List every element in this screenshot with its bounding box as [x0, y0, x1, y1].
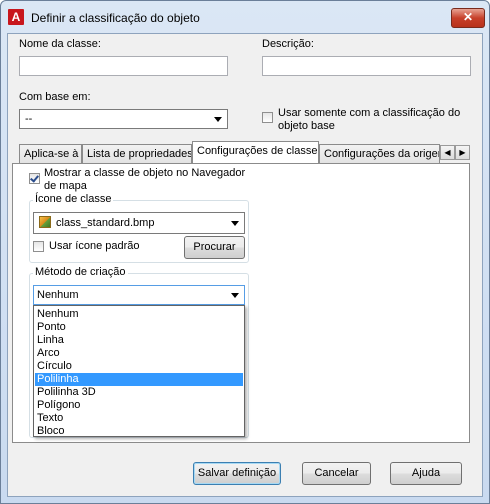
chevron-down-icon — [231, 221, 239, 226]
option-nenhum[interactable]: Nenhum — [35, 308, 243, 321]
browse-button[interactable]: Procurar — [184, 236, 245, 259]
use-only-checkbox[interactable] — [262, 112, 273, 123]
option-linha[interactable]: Linha — [35, 334, 243, 347]
option-texto[interactable]: Texto — [35, 412, 243, 425]
use-default-icon-label: Usar ícone padrão — [49, 240, 140, 252]
show-in-navigator-label: Mostrar a classe de objeto no Navegador … — [44, 167, 246, 192]
tab-source-settings[interactable]: Configurações da origem — [319, 144, 440, 163]
creation-method-dropdown-list: Nenhum Ponto Linha Arco Círculo Polilinh… — [33, 305, 245, 437]
option-arco[interactable]: Arco — [35, 347, 243, 360]
option-bloco[interactable]: Bloco — [35, 425, 243, 438]
chevron-down-icon — [214, 117, 222, 122]
option-polilinha[interactable]: Polilinha — [35, 373, 243, 386]
tab-class-settings[interactable]: Configurações de classe — [192, 141, 319, 163]
tab-applies-to[interactable]: Aplica-se à — [19, 144, 82, 163]
autocad-logo-icon: A — [8, 9, 24, 25]
cancel-button[interactable]: Cancelar — [302, 462, 371, 485]
tab-property-list[interactable]: Lista de propriedades — [82, 144, 192, 163]
help-button[interactable]: Ajuda — [390, 462, 462, 485]
title-bar[interactable]: A Definir a classificação do objeto ✕ — [1, 1, 489, 35]
based-on-value: -- — [25, 113, 33, 125]
show-in-navigator-checkbox[interactable] — [29, 173, 40, 184]
description-label: Descrição: — [262, 38, 314, 50]
class-icon-select[interactable]: class_standard.bmp — [33, 212, 245, 234]
use-default-icon-checkbox[interactable] — [33, 241, 44, 252]
tab-scroll-right-icon[interactable]: ▶ — [455, 145, 470, 160]
save-definition-button[interactable]: Salvar definição — [193, 462, 281, 485]
window-title: Definir a classificação do objeto — [31, 11, 200, 25]
based-on-select[interactable]: -- — [19, 109, 228, 129]
class-icon-value: class_standard.bmp — [56, 217, 155, 229]
tab-scroll-left-icon[interactable]: ◀ — [440, 145, 455, 160]
chevron-down-icon — [231, 293, 239, 298]
class-name-input[interactable] — [19, 56, 228, 76]
option-polilinha-3d[interactable]: Polilinha 3D — [35, 386, 243, 399]
close-button[interactable]: ✕ — [451, 8, 485, 28]
description-input[interactable] — [262, 56, 471, 76]
class-name-label: Nome da classe: — [19, 38, 101, 50]
use-only-label: Usar somente com a classificação do obje… — [278, 107, 461, 132]
creation-method-select[interactable]: Nenhum — [33, 285, 245, 305]
bitmap-icon — [39, 216, 51, 228]
class-icon-group-title: Ícone de classe — [33, 193, 114, 205]
option-circulo[interactable]: Círculo — [35, 360, 243, 373]
option-poligono[interactable]: Polígono — [35, 399, 243, 412]
based-on-label: Com base em: — [19, 91, 91, 103]
option-ponto[interactable]: Ponto — [35, 321, 243, 334]
creation-method-value: Nenhum — [37, 289, 79, 301]
creation-method-group-title: Método de criação — [33, 266, 128, 278]
